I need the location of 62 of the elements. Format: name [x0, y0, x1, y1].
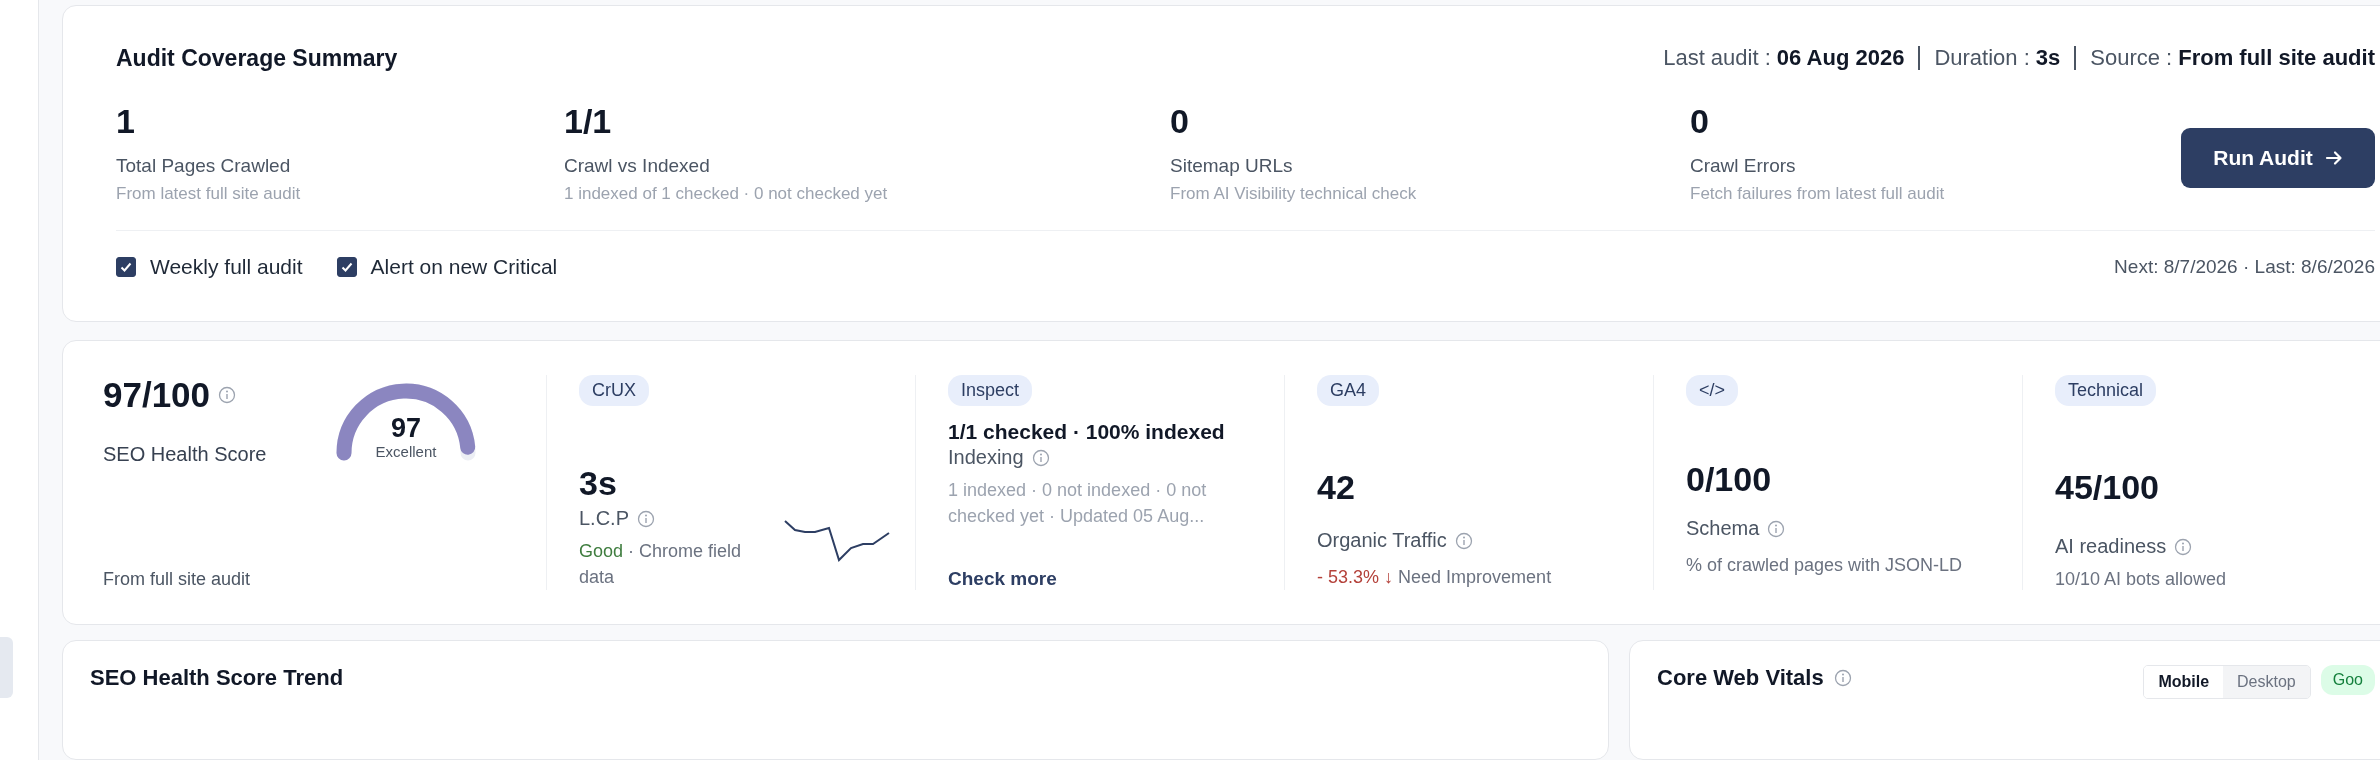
info-icon[interactable]: [2174, 537, 2193, 556]
stat-note: From AI Visibility technical check: [1170, 184, 1418, 204]
source-badge: GA4: [1317, 375, 1380, 406]
panel-title: Core Web Vitals: [1657, 665, 1824, 691]
metric-trend: - 53.3% ↓ Need Improvement: [1317, 566, 1553, 589]
metric-note: % of crawled pages with JSON-LD: [1686, 554, 1964, 577]
source-badge: </>: [1686, 375, 1739, 406]
metric-label: Schema: [1686, 517, 1760, 540]
info-icon[interactable]: [1833, 669, 1852, 687]
status-badge: Goo: [2320, 665, 2375, 695]
metric-note: Good · Chrome field data: [579, 540, 743, 589]
stat-value: 0: [1690, 102, 1710, 141]
metric-label: AI readiness: [2055, 535, 2167, 558]
info-icon[interactable]: [637, 509, 656, 528]
stat-value: 1: [116, 102, 136, 141]
check-more-link[interactable]: Check more: [948, 568, 1264, 590]
gauge-label: Excellent: [374, 443, 438, 460]
stat-label: Total Pages Crawled: [116, 155, 292, 177]
source-badge: Inspect: [948, 375, 1033, 406]
run-audit-button[interactable]: Run Audit: [2181, 128, 2375, 188]
metric-label: Organic Traffic: [1317, 529, 1447, 552]
checkmark-icon: [339, 260, 354, 274]
info-icon[interactable]: [1031, 448, 1050, 467]
gauge-value: 97: [389, 413, 422, 444]
stat-note: Fetch failures from latest full audit: [1690, 184, 1946, 204]
metric-note: 10/10 AI bots allowed: [2055, 568, 2228, 591]
device-toggle[interactable]: Desktop: [2223, 666, 2310, 698]
info-icon[interactable]: [1767, 519, 1786, 538]
audit-meta: Source : From full site audit: [2090, 45, 2375, 71]
checkbox[interactable]: [116, 257, 136, 277]
checkbox-label: Weekly full audit: [150, 255, 303, 279]
stat-label: Crawl Errors: [1690, 155, 1797, 177]
card-title: Audit Coverage Summary: [116, 44, 398, 72]
stat-value: 1/1: [564, 102, 613, 141]
checkbox[interactable]: [336, 257, 357, 277]
audit-meta: Duration : 3s: [1934, 45, 2061, 71]
info-icon[interactable]: [218, 386, 237, 404]
metric-value: 45/100: [2055, 468, 2160, 507]
source-badge: Technical: [2055, 375, 2157, 406]
stat-label: Crawl vs Indexed: [564, 155, 711, 177]
info-icon[interactable]: [1454, 531, 1473, 550]
health-label: SEO Health Score: [103, 443, 267, 466]
panel-title: SEO Health Score Trend: [90, 665, 344, 691]
source-badge: CrUX: [579, 375, 649, 406]
stat-value: 0: [1170, 102, 1190, 141]
metric-label: Indexing: [948, 446, 1024, 469]
audit-meta: Last audit : 06 Aug 2026: [1663, 45, 1905, 71]
stat-note: From latest full site audit: [116, 184, 302, 204]
metric-headline: 1/1 checked · 100% indexed: [948, 419, 1226, 445]
checkmark-icon: [119, 260, 133, 274]
stat-note: 1 indexed of 1 checked · 0 not checked yet: [564, 184, 889, 204]
health-footer: From full site audit: [103, 569, 267, 590]
metric-value: 0/100: [1686, 460, 1773, 499]
metric-note: 1 indexed · 0 not indexed · 0 not checked yet · Updated 05 Aug...: [948, 479, 1208, 528]
health-score: 97/100: [103, 375, 211, 415]
checkbox-label: Alert on new Critical: [370, 255, 558, 279]
metric-label: L.C.P: [579, 507, 630, 530]
metric-value: 3s: [579, 464, 618, 503]
stat-label: Sitemap URLs: [1170, 155, 1294, 177]
metric-value: 42: [1317, 468, 1356, 507]
schedule-text: Next: 8/7/2026 · Last: 8/6/2026: [2114, 256, 2375, 278]
arrow-right-icon: [2324, 149, 2343, 167]
